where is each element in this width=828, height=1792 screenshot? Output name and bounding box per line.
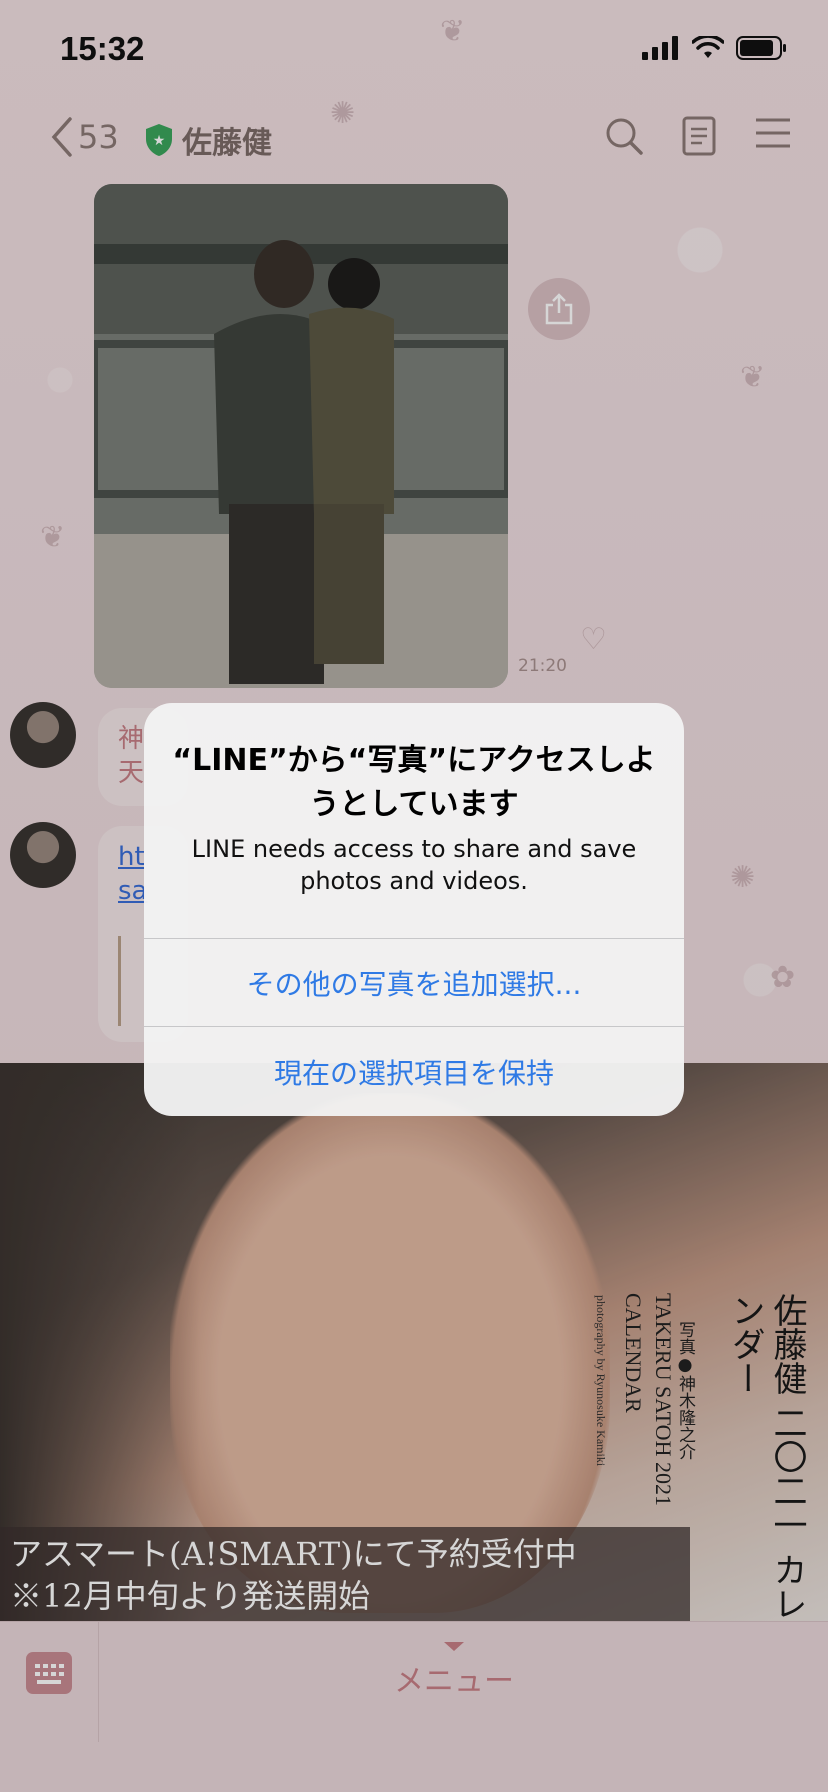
- alert-message: LINE needs access to share and save phot…: [191, 835, 637, 895]
- photo-permission-alert: “LINE”から“写真”にアクセスしようとしています LINE needs ac…: [144, 703, 684, 1116]
- select-more-photos-button[interactable]: その他の写真を追加選択...: [144, 938, 684, 1026]
- alert-title: “LINE”から“写真”にアクセスしようとしています: [172, 743, 656, 822]
- keep-selection-button[interactable]: 現在の選択項目を保持: [144, 1026, 684, 1116]
